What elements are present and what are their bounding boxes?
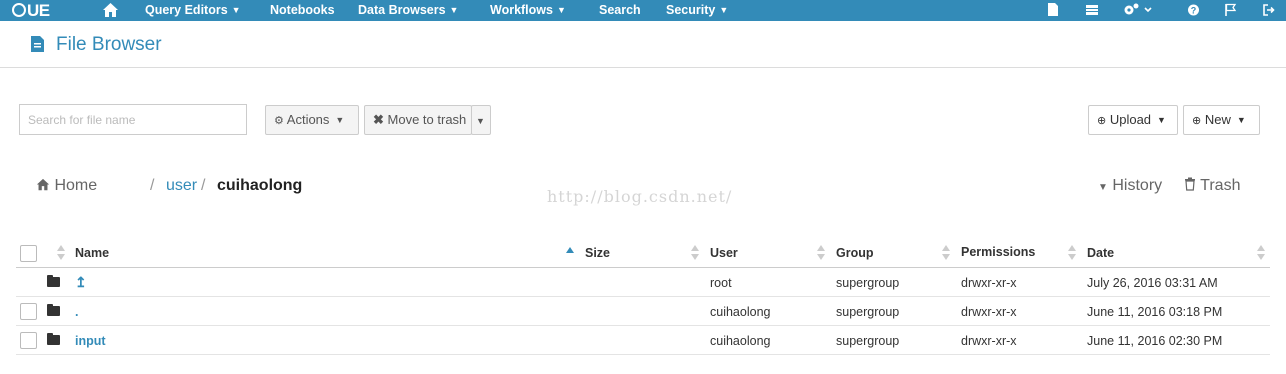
table-header: Name Size User Group Permissions Date: [16, 240, 1270, 268]
top-navbar: UE Query Editors ▼ Notebooks Data Browser…: [0, 0, 1286, 21]
chevron-down-icon: ▼: [476, 116, 485, 126]
folder-icon: [47, 333, 60, 345]
chevron-down-icon: ▼: [719, 5, 729, 15]
parent-dir-link[interactable]: ↥: [75, 274, 87, 291]
close-icon: ✖: [373, 112, 384, 127]
hue-logo[interactable]: UE: [12, 1, 50, 20]
input-dir-link[interactable]: input: [75, 334, 106, 348]
table-row[interactable]: ↥ root supergroup drwxr-xr-x July 26, 20…: [16, 268, 1270, 297]
actions-button[interactable]: ⚙ Actions ▼: [265, 105, 359, 135]
upload-button[interactable]: ⊕ Upload ▼: [1088, 105, 1178, 135]
breadcrumb-separator: /: [150, 177, 155, 194]
chevron-down-icon: ▼: [231, 5, 241, 15]
chevron-down-icon: ▼: [1236, 115, 1246, 125]
table-icon[interactable]: [1085, 2, 1099, 19]
move-to-trash-button[interactable]: ✖ Move to trash: [364, 105, 472, 135]
table-row[interactable]: . cuihaolong supergroup drwxr-xr-x June …: [16, 297, 1270, 326]
cell-group: supergroup: [836, 334, 900, 348]
gear-icon: ⚙: [274, 115, 284, 127]
nav-data-browsers[interactable]: Data Browsers ▼: [358, 0, 458, 21]
cell-date: July 26, 2016 03:31 AM: [1087, 276, 1218, 290]
cell-date: June 11, 2016 03:18 PM: [1087, 305, 1223, 319]
breadcrumb-home[interactable]: Home: [36, 177, 97, 195]
file-icon: [30, 35, 45, 58]
history-link[interactable]: ▼ History: [1098, 177, 1162, 195]
current-dir-link[interactable]: .: [75, 305, 78, 319]
cell-permissions: drwxr-xr-x: [961, 334, 1017, 348]
chevron-down-icon: ▼: [449, 5, 459, 15]
search-input[interactable]: [19, 104, 247, 135]
row-checkbox[interactable]: [20, 332, 37, 349]
column-header-size[interactable]: Size: [585, 246, 610, 260]
trash-icon: [1185, 177, 1195, 191]
cell-user: root: [710, 276, 732, 290]
column-header-user[interactable]: User: [710, 246, 738, 260]
sort-icon[interactable]: [1257, 245, 1265, 261]
chevron-down-icon: ▼: [335, 115, 345, 125]
select-all-checkbox[interactable]: [20, 245, 37, 262]
nav-security[interactable]: Security ▼: [666, 0, 728, 21]
column-header-name[interactable]: Name: [75, 246, 109, 260]
folder-icon: [47, 275, 60, 287]
breadcrumb-separator: /: [201, 177, 206, 194]
logout-icon[interactable]: [1262, 2, 1276, 19]
cell-permissions: drwxr-xr-x: [961, 305, 1017, 319]
caret-down-icon: ▼: [1098, 182, 1108, 193]
file-icon[interactable]: [1047, 2, 1059, 19]
plus-circle-icon: ⊕: [1192, 115, 1202, 127]
nav-search[interactable]: Search: [599, 0, 641, 21]
column-header-date[interactable]: Date: [1087, 246, 1114, 260]
cell-date: June 11, 2016 02:30 PM: [1087, 334, 1223, 348]
sort-icon[interactable]: [691, 245, 699, 261]
trash-link[interactable]: Trash: [1184, 177, 1240, 195]
cell-user: cuihaolong: [710, 334, 771, 348]
cogs-icon[interactable]: [1123, 2, 1155, 19]
flag-icon[interactable]: [1224, 2, 1237, 19]
sort-icon[interactable]: [57, 245, 65, 261]
watermark: http://blog.csdn.net/: [547, 187, 733, 206]
chevron-down-icon: ▼: [1157, 115, 1166, 125]
sort-asc-icon[interactable]: [566, 245, 574, 261]
sort-icon[interactable]: [1068, 245, 1076, 261]
table-row[interactable]: input cuihaolong supergroup drwxr-xr-x J…: [16, 326, 1270, 355]
home-icon: [36, 178, 50, 191]
column-header-permissions[interactable]: Permissions: [961, 245, 1035, 259]
row-checkbox[interactable]: [20, 303, 37, 320]
title-bar: File Browser: [0, 21, 1286, 68]
svg-text:?: ?: [1191, 6, 1197, 16]
help-icon[interactable]: ?: [1187, 2, 1200, 19]
home-icon[interactable]: [102, 2, 119, 19]
page-title: File Browser: [56, 34, 162, 55]
nav-workflows[interactable]: Workflows ▼: [490, 0, 566, 21]
logo-h-icon: [12, 3, 26, 17]
cell-permissions: drwxr-xr-x: [961, 276, 1017, 290]
chevron-down-icon: ▼: [556, 5, 566, 15]
sort-icon[interactable]: [817, 245, 825, 261]
nav-notebooks[interactable]: Notebooks: [270, 0, 335, 21]
sort-icon[interactable]: [942, 245, 950, 261]
breadcrumb-user[interactable]: user: [166, 177, 197, 195]
nav-query-editors[interactable]: Query Editors ▼: [145, 0, 241, 21]
folder-icon: [47, 304, 60, 316]
breadcrumb-current: cuihaolong: [217, 177, 303, 194]
cell-group: supergroup: [836, 276, 900, 290]
cell-user: cuihaolong: [710, 305, 771, 319]
column-header-group[interactable]: Group: [836, 246, 874, 260]
move-to-trash-dropdown[interactable]: ▼: [471, 105, 491, 135]
upload-icon: ⊕: [1097, 115, 1107, 127]
cell-group: supergroup: [836, 305, 900, 319]
new-button[interactable]: ⊕ New ▼: [1183, 105, 1260, 135]
